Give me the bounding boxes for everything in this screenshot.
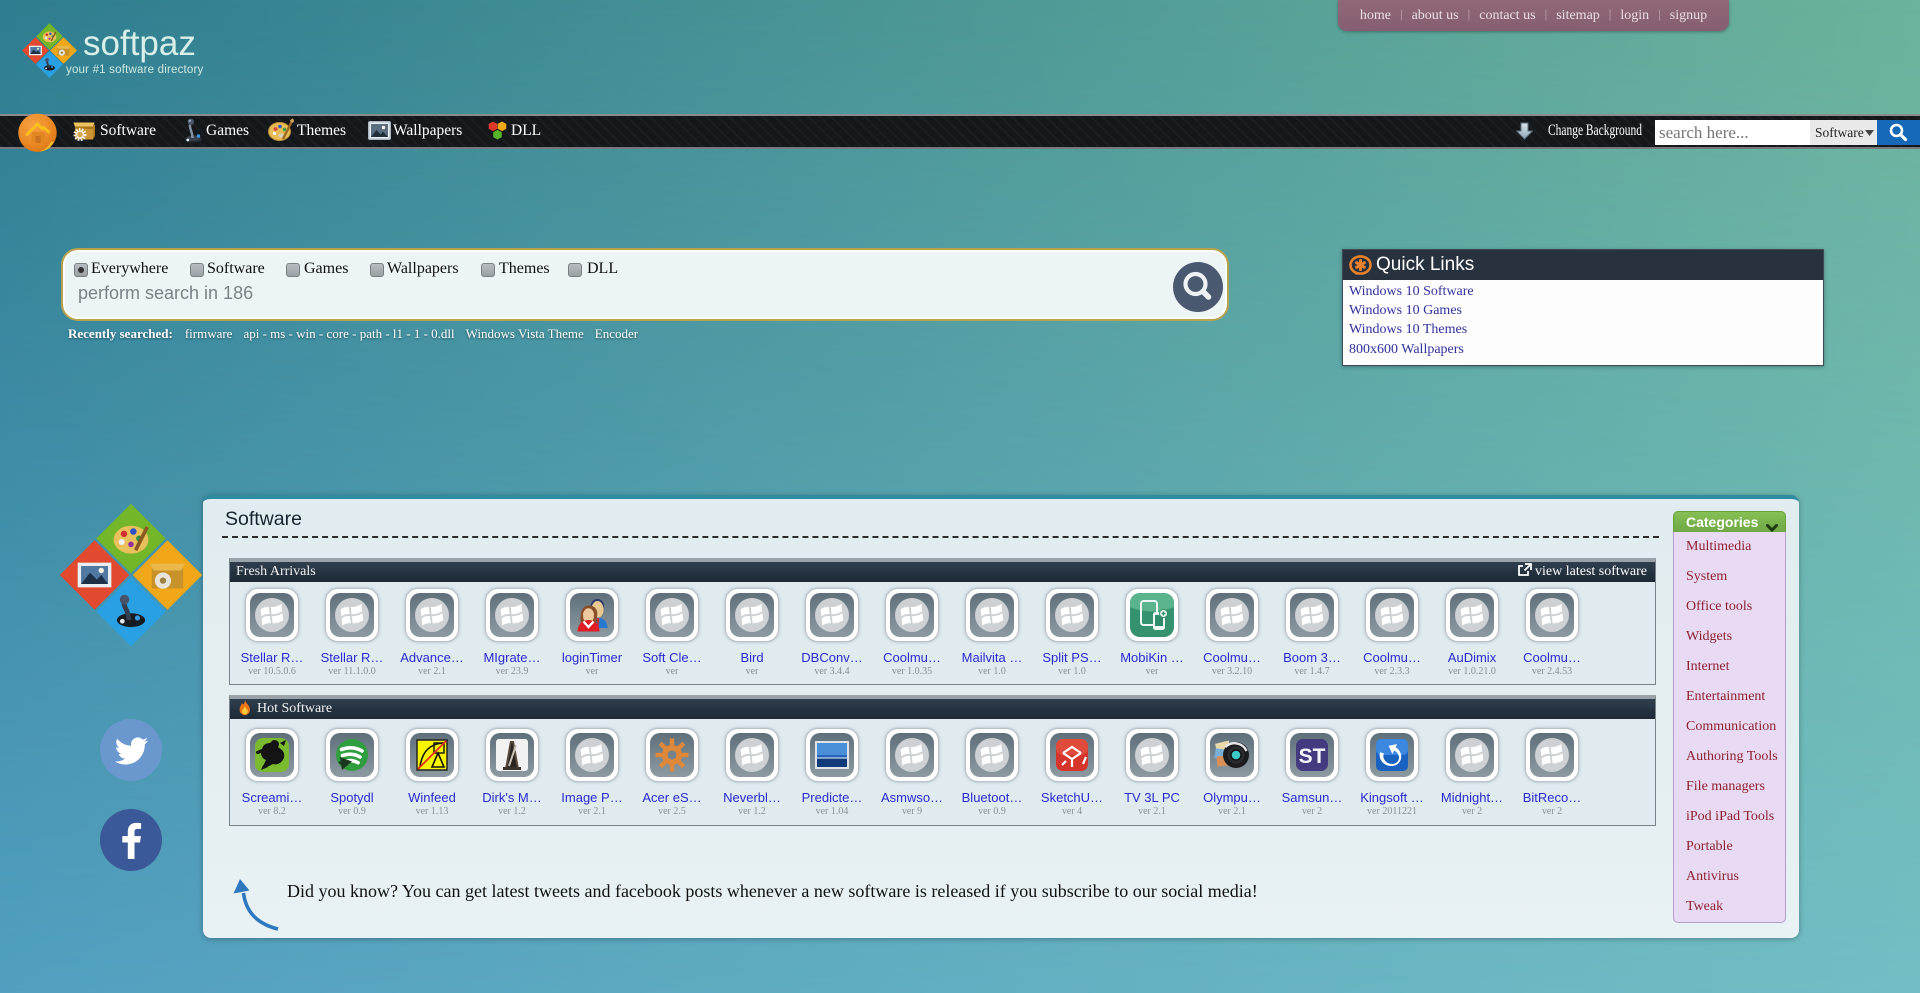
svg-text:ST: ST bbox=[1299, 745, 1326, 768]
